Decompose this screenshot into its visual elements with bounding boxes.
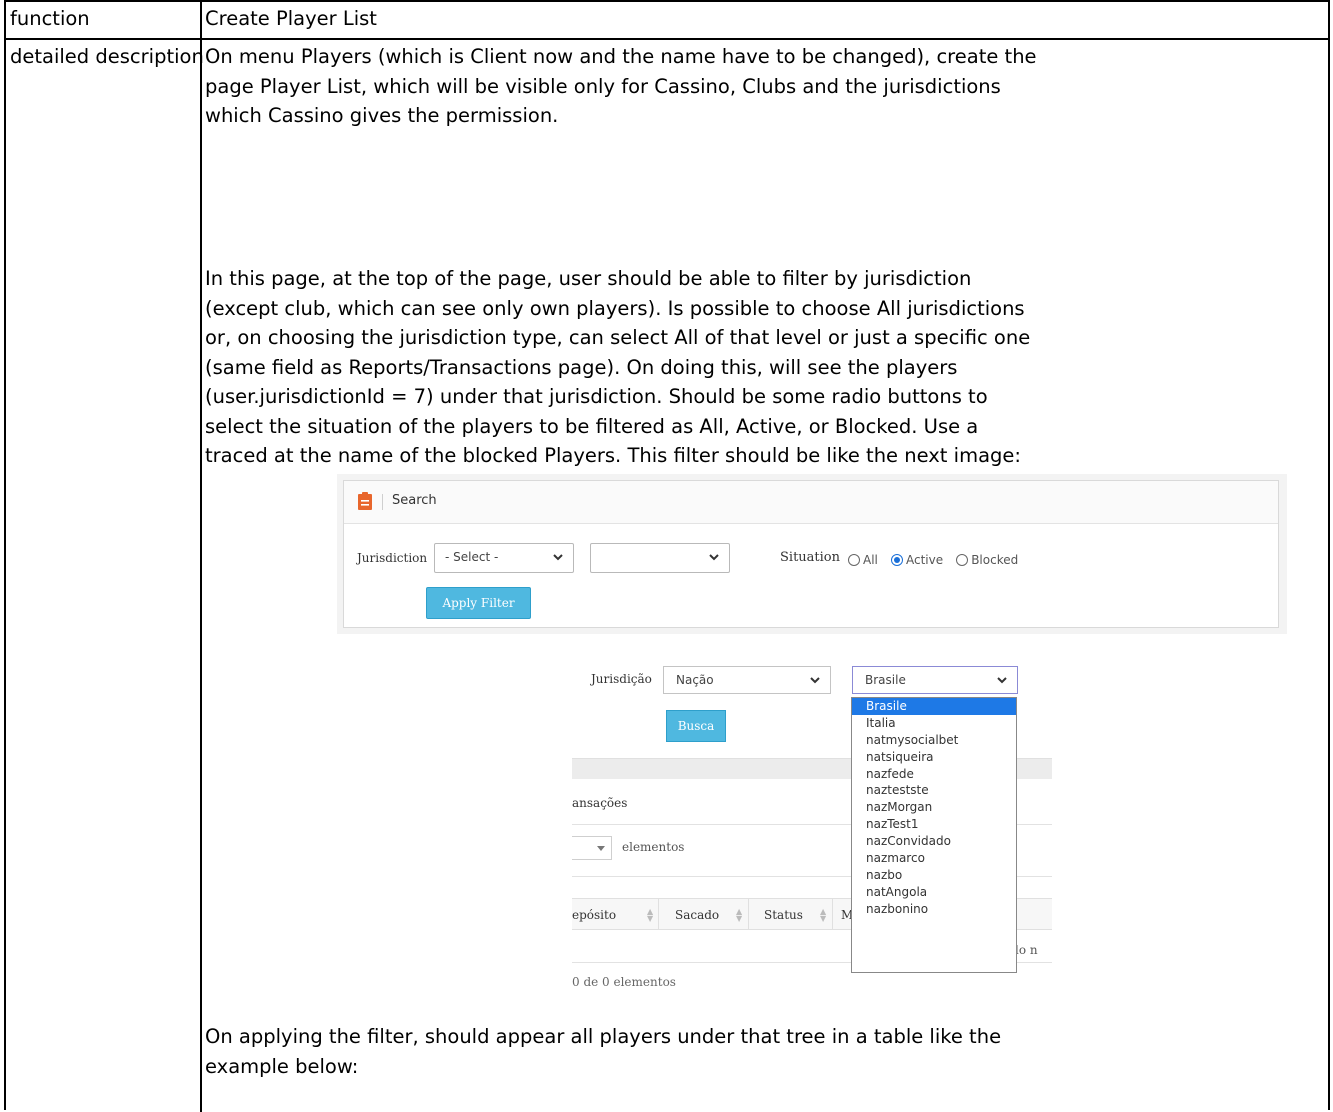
text-line: page Player List, which will be visible … (205, 74, 1001, 98)
dropdown-option[interactable]: nazConvidado (852, 833, 1016, 850)
jurisdiction-select[interactable] (590, 543, 730, 573)
select-value: Brasile (865, 673, 906, 687)
column-divider (200, 2, 202, 1112)
radio-all[interactable] (848, 553, 860, 566)
country-dropdown-list: Brasile Italia natmysocialbet natsiqueir… (851, 697, 1017, 973)
text-line: select the situation of the players to b… (205, 414, 979, 438)
function-value: Create Player List (205, 7, 377, 30)
column-header-status[interactable]: Status (764, 902, 803, 928)
dropdown-option[interactable]: natsiqueira (852, 749, 1016, 766)
description-paragraph-2: In this page, at the top of the page, us… (205, 264, 1317, 471)
header-separator (382, 494, 383, 510)
sort-icon: ▲ ▼ (820, 907, 827, 923)
dropdown-option[interactable]: naztestste (852, 782, 1016, 799)
text-line: (user.jurisdictionId = 7) under that jur… (205, 385, 988, 408)
dropdown-option[interactable]: nazTest1 (852, 816, 1016, 833)
chevron-down-icon (553, 554, 563, 561)
radio-label-active: Active (905, 552, 944, 567)
function-label: function (10, 7, 90, 30)
dropdown-option[interactable]: nazMorgan (852, 799, 1016, 816)
text-line: On menu Players (which is Client now and… (205, 45, 1037, 68)
column-separator (658, 898, 659, 930)
search-title: Search (392, 493, 437, 508)
search-panel: Search Jurisdiction - Select - Situation… (343, 480, 1279, 628)
text-line: traced at the name of the blocked Player… (205, 444, 1021, 467)
page-length-label: elementos (622, 840, 685, 854)
jurisdicao-label: Jurisdição (591, 672, 652, 686)
description-paragraph-1: On menu Players (which is Client now and… (205, 42, 1317, 131)
select-value: Nação (676, 673, 714, 687)
select-value: - Select - (445, 550, 499, 564)
transactions-screenshot: Jurisdição Nação Brasile Busca ansações … (572, 652, 1052, 1000)
clipboard-icon (358, 492, 372, 510)
nation-select[interactable]: Nação (663, 666, 831, 694)
description-paragraph-3: On applying the filter, should appear al… (205, 1022, 1317, 1081)
dropdown-option[interactable]: nazfede (852, 766, 1016, 783)
search-button[interactable]: Busca (666, 710, 726, 742)
dropdown-option[interactable]: Italia (852, 715, 1016, 732)
search-panel-header: Search (344, 481, 1278, 524)
jurisdiction-type-select[interactable]: - Select - (434, 543, 574, 573)
text-line: On applying the filter, should appear al… (205, 1025, 1002, 1048)
situation-label: Situation (780, 550, 840, 565)
chevron-down-icon (997, 677, 1007, 684)
dropdown-option[interactable]: nazmarco (852, 850, 1016, 867)
text-line: (same field as Reports/Transactions page… (205, 355, 958, 379)
column-header-sacado[interactable]: Sacado (675, 902, 719, 928)
jurisdiction-label: Jurisdiction (357, 551, 428, 565)
dropdown-option[interactable]: nazbonino (852, 901, 1016, 918)
caret-down-icon (597, 846, 605, 851)
text-line: example below: (205, 1054, 359, 1078)
dropdown-option[interactable]: natmysocialbet (852, 732, 1016, 749)
row-divider (6, 38, 1328, 40)
table-info: 0 de 0 elementos (572, 975, 676, 989)
radio-blocked[interactable] (956, 553, 969, 566)
dropdown-option[interactable]: natAngola (852, 884, 1016, 901)
dropdown-option[interactable]: Brasile (852, 698, 1016, 715)
text-line: or, on choosing the jurisdiction type, c… (205, 326, 1031, 349)
page-length-select[interactable] (572, 836, 612, 860)
chevron-down-icon (810, 677, 820, 684)
description-label: detailed description (10, 45, 204, 68)
radio-label-blocked: Blocked (971, 552, 1019, 567)
panel-title: ansações (572, 796, 628, 810)
text-line: (except club, which can see only own pla… (205, 296, 1025, 320)
country-select[interactable]: Brasile (852, 666, 1018, 694)
sort-icon: ▲ ▼ (647, 907, 654, 923)
chevron-down-icon (709, 554, 719, 561)
apply-filter-button[interactable]: Apply Filter (426, 587, 531, 619)
dropdown-option[interactable]: nazbo (852, 867, 1016, 884)
search-filter-screenshot: Search Jurisdiction - Select - Situation… (337, 474, 1287, 634)
sort-icon: ▲ ▼ (736, 907, 743, 923)
column-header-deposito[interactable]: epósito (572, 902, 616, 928)
situation-radio-group: All Active Blocked (848, 549, 1026, 567)
radio-active[interactable] (890, 553, 903, 566)
radio-label-all: All (863, 552, 878, 567)
column-separator (748, 898, 749, 930)
column-separator (832, 898, 833, 930)
text-line: which Cassino gives the permission. (205, 104, 559, 127)
text-line: In this page, at the top of the page, us… (205, 267, 972, 290)
